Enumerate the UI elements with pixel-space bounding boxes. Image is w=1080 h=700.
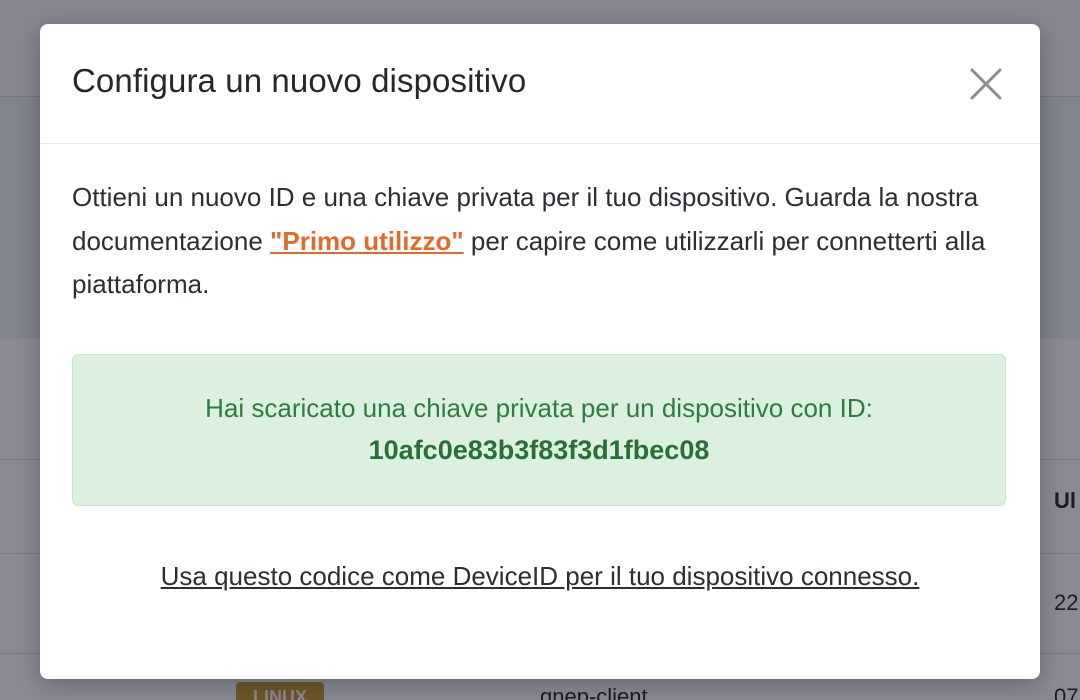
first-use-doc-link[interactable]: "Primo utilizzo" — [270, 226, 464, 256]
success-alert: Hai scaricato una chiave privata per un … — [72, 354, 1006, 506]
modal-title: Configura un nuovo dispositivo — [72, 62, 527, 99]
alert-message: Hai scaricato una chiave privata per un … — [205, 393, 873, 423]
modal-header: Configura un nuovo dispositivo — [40, 24, 1040, 144]
close-icon — [970, 68, 1002, 100]
intro-paragraph: Ottieni un nuovo ID e una chiave privata… — [72, 176, 1008, 307]
device-id-usage-link[interactable]: Usa questo codice come DeviceID per il t… — [40, 561, 1040, 592]
close-button[interactable] — [966, 64, 1006, 104]
new-device-modal: Configura un nuovo dispositivo Ottieni u… — [40, 24, 1040, 679]
device-id-value: 10afc0e83b3f83f3d1fbec08 — [368, 435, 710, 465]
